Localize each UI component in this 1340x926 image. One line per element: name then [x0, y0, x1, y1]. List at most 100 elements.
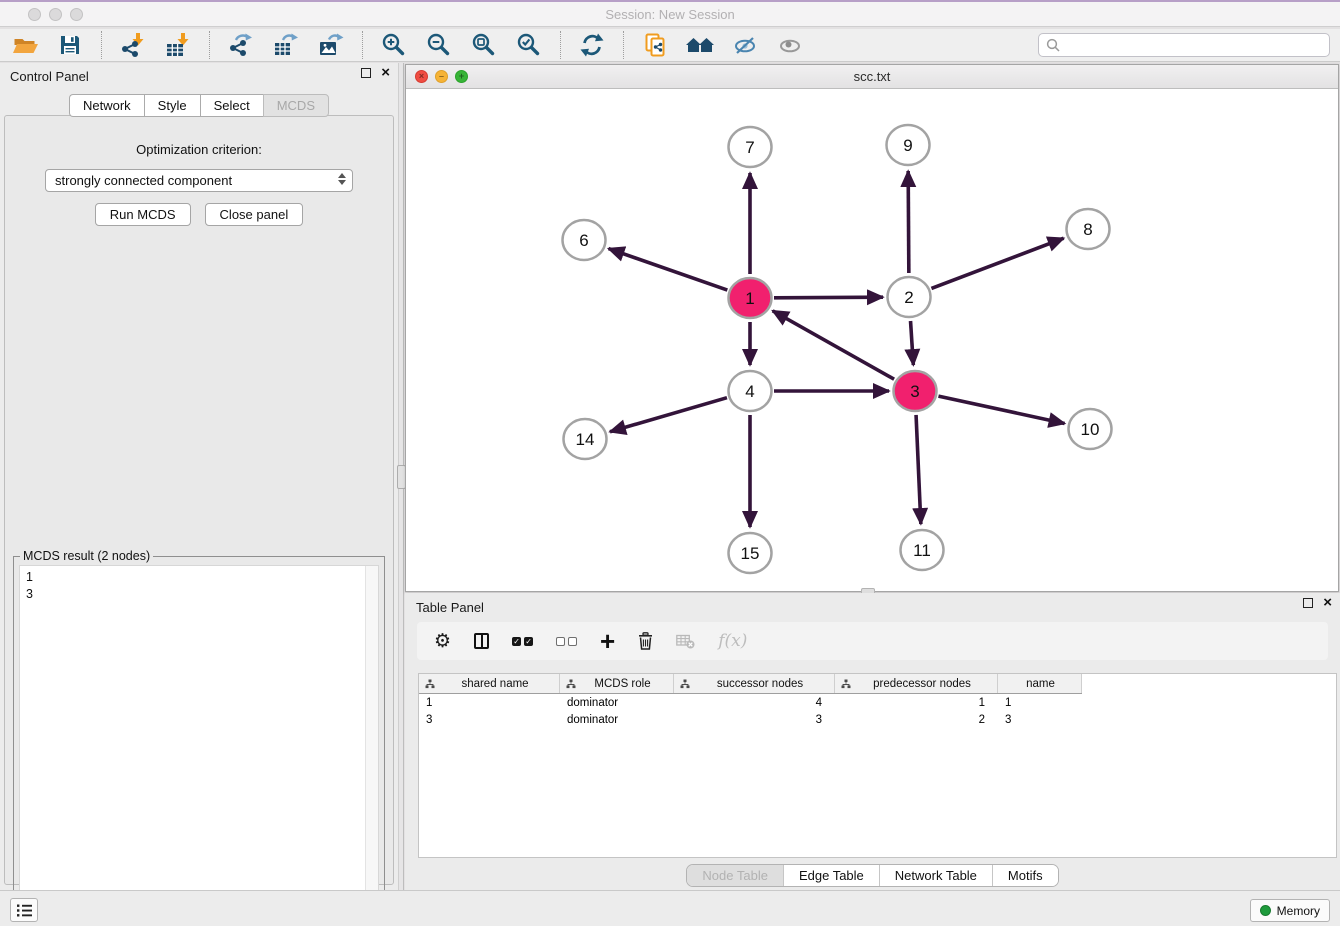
- table-settings-button[interactable]: ⚙: [434, 626, 451, 656]
- node-15[interactable]: 15: [729, 533, 772, 573]
- search-field[interactable]: [1038, 33, 1330, 57]
- show-all-button[interactable]: [771, 31, 809, 60]
- table-row[interactable]: 1dominator411: [419, 694, 1082, 711]
- node-6[interactable]: 6: [563, 220, 606, 260]
- window-title: Session: New Session: [0, 7, 1340, 22]
- zoom-out-button[interactable]: [420, 31, 458, 60]
- select-all-rows-button[interactable]: ✓✓: [512, 626, 533, 656]
- close-table-panel-icon[interactable]: ×: [1323, 598, 1332, 608]
- control-tab-mcds[interactable]: MCDS: [263, 94, 329, 117]
- memory-button[interactable]: Memory: [1250, 899, 1330, 922]
- control-panel-tabs: NetworkStyleSelectMCDS: [0, 94, 398, 117]
- table-tab-motifs[interactable]: Motifs: [992, 865, 1058, 886]
- edge-3-1[interactable]: [773, 311, 894, 379]
- node-14[interactable]: 14: [564, 419, 607, 459]
- node-1[interactable]: 1: [729, 278, 772, 318]
- node-8[interactable]: 8: [1067, 209, 1110, 249]
- function-icon: f(x): [718, 631, 747, 651]
- add-column-button[interactable]: +: [600, 626, 615, 656]
- save-session-button[interactable]: [51, 31, 89, 60]
- mcds-result-lines: 1 3: [20, 566, 378, 606]
- edge-2-8[interactable]: [931, 238, 1063, 288]
- home-layout-button[interactable]: [681, 31, 719, 60]
- split-columns-button[interactable]: [474, 626, 489, 656]
- panel-splitter[interactable]: [398, 63, 404, 890]
- network-canvas[interactable]: 1 2 3 4 6 7 8 9 10 11 14 15: [406, 89, 1338, 591]
- edge-2-3[interactable]: [911, 321, 914, 365]
- mcds-result-textarea[interactable]: 1 3: [19, 565, 379, 925]
- close-panel-button[interactable]: Close panel: [205, 203, 304, 226]
- delete-column-button[interactable]: [638, 626, 653, 656]
- zoom-out-icon: [426, 32, 452, 58]
- node-2[interactable]: 2: [888, 277, 931, 317]
- column-header-shared-name[interactable]: shared name: [419, 674, 560, 693]
- copy-network-icon: [642, 32, 668, 58]
- import-table-button[interactable]: [159, 31, 197, 60]
- apply-function-button[interactable]: f(x): [718, 626, 747, 656]
- cell-successor-nodes: 3: [674, 714, 835, 726]
- column-header-successor-nodes[interactable]: successor nodes: [674, 674, 835, 693]
- column-header-name[interactable]: name: [998, 674, 1082, 693]
- select-stepper-icon: [338, 173, 346, 185]
- float-panel-icon[interactable]: [361, 68, 371, 78]
- plus-icon: +: [600, 631, 615, 651]
- table-body: 1dominator4113dominator323: [419, 694, 1336, 728]
- edge-3-11[interactable]: [916, 415, 921, 524]
- criterion-select[interactable]: strongly connected component: [45, 169, 353, 192]
- criterion-selected-value: strongly connected component: [55, 173, 232, 188]
- edge-3-10[interactable]: [938, 396, 1064, 423]
- columns-icon: [474, 633, 489, 649]
- export-table-button[interactable]: [267, 31, 305, 60]
- edge-4-14[interactable]: [610, 398, 727, 432]
- column-header-MCDS-role[interactable]: MCDS role: [560, 674, 674, 693]
- edge-1-2[interactable]: [774, 297, 883, 298]
- node-table[interactable]: shared nameMCDS rolesuccessor nodesprede…: [418, 673, 1337, 858]
- show-panels-button[interactable]: [10, 898, 38, 922]
- node-3[interactable]: 3: [894, 371, 937, 411]
- node-10[interactable]: 10: [1069, 409, 1112, 449]
- mcds-tab-content: Optimization criterion: strongly connect…: [4, 115, 394, 885]
- zoom-selected-button[interactable]: [510, 31, 548, 60]
- table-tab-edge-table[interactable]: Edge Table: [783, 865, 879, 886]
- table-panel-title: Table Panel: [416, 600, 484, 615]
- zoom-in-button[interactable]: [375, 31, 413, 60]
- svg-text:4: 4: [745, 382, 754, 401]
- copy-network-style-button[interactable]: [636, 31, 674, 60]
- toolbar-separator: [362, 31, 363, 59]
- eye-icon: [777, 32, 803, 58]
- control-tab-select[interactable]: Select: [200, 94, 263, 117]
- float-table-panel-icon[interactable]: [1303, 598, 1313, 608]
- save-floppy-icon: [57, 32, 83, 58]
- result-scrollbar[interactable]: [365, 566, 378, 924]
- network-graph[interactable]: 1 2 3 4 6 7 8 9 10 11 14 15: [406, 89, 1338, 591]
- import-network-button[interactable]: [114, 31, 152, 60]
- cell-MCDS-role: dominator: [560, 714, 674, 726]
- node-11[interactable]: 11: [901, 530, 944, 570]
- table-tab-node-table[interactable]: Node Table: [687, 865, 783, 886]
- table-row[interactable]: 3dominator323: [419, 711, 1082, 728]
- node-4[interactable]: 4: [729, 371, 772, 411]
- control-tab-network[interactable]: Network: [69, 94, 144, 117]
- export-image-button[interactable]: [312, 31, 350, 60]
- column-header-predecessor-nodes[interactable]: predecessor nodes: [835, 674, 998, 693]
- refresh-view-button[interactable]: [573, 31, 611, 60]
- table-tab-network-table[interactable]: Network Table: [879, 865, 992, 886]
- delete-table-button[interactable]: [676, 626, 695, 656]
- edge-1-6[interactable]: [609, 249, 728, 291]
- export-network-button[interactable]: [222, 31, 260, 60]
- node-9[interactable]: 9: [887, 125, 930, 165]
- control-tab-style[interactable]: Style: [144, 94, 200, 117]
- hide-selected-button[interactable]: [726, 31, 764, 60]
- search-input[interactable]: [1061, 38, 1323, 52]
- deselect-all-rows-button[interactable]: [556, 626, 577, 656]
- zoom-fit-button[interactable]: [465, 31, 503, 60]
- close-panel-icon[interactable]: ×: [381, 68, 390, 78]
- mcds-result-group: MCDS result (2 nodes) 1 3: [13, 556, 385, 926]
- node-7[interactable]: 7: [729, 127, 772, 167]
- import-network-icon: [120, 32, 146, 58]
- edge-2-9[interactable]: [908, 171, 909, 273]
- svg-text:6: 6: [579, 231, 588, 250]
- run-mcds-button[interactable]: Run MCDS: [95, 203, 191, 226]
- svg-text:15: 15: [741, 544, 760, 563]
- open-session-button[interactable]: [6, 31, 44, 60]
